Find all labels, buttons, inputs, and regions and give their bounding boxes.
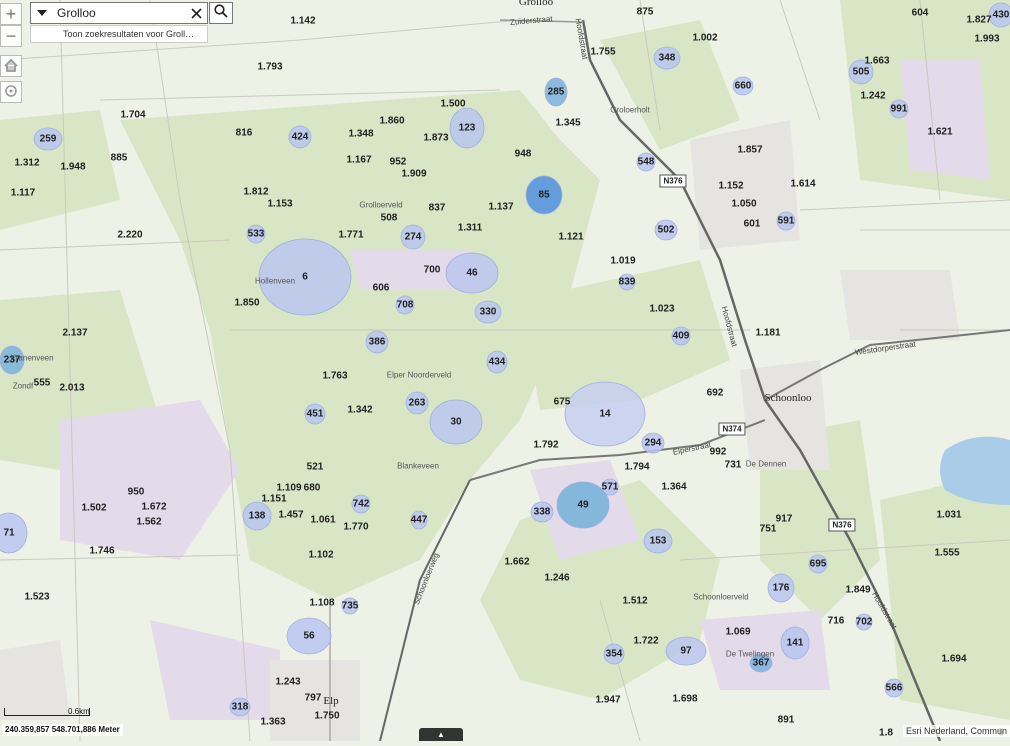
- pond-shape[interactable]: [654, 219, 678, 241]
- pond-shape[interactable]: [636, 152, 656, 172]
- pond-shape[interactable]: [988, 2, 1010, 28]
- plus-icon: +: [5, 3, 17, 24]
- zoom-out-button[interactable]: −: [0, 25, 22, 47]
- pond-shape[interactable]: [544, 77, 568, 107]
- pond-shape[interactable]: [33, 127, 63, 151]
- pond-shape[interactable]: [564, 381, 646, 447]
- locate-button[interactable]: [0, 81, 22, 103]
- place-label: Zondf: [12, 381, 34, 391]
- attribution: Esri Nederland, Commun: [902, 725, 1010, 737]
- map-view[interactable]: 1.142 875 604 1.827 430 1.002 1.993 1.755 348 1.6…: [0, 0, 1010, 742]
- place-label: Elper Noorderveld: [386, 370, 452, 380]
- place-label: Hollenveen: [254, 276, 296, 286]
- pond-shape[interactable]: [288, 125, 312, 149]
- caret-down-icon[interactable]: [31, 3, 53, 23]
- close-icon[interactable]: [187, 4, 205, 22]
- pond-shape[interactable]: [400, 224, 426, 250]
- pond-shape[interactable]: [429, 399, 483, 445]
- basemap: [0, 0, 1010, 742]
- pond-shape[interactable]: [410, 510, 428, 530]
- pond-shape[interactable]: [405, 391, 429, 415]
- pond-shape[interactable]: [351, 494, 371, 514]
- pond-shape[interactable]: [653, 46, 681, 70]
- place-label: Kranenveen: [10, 353, 54, 363]
- pond-shape[interactable]: [286, 617, 332, 655]
- pond-shape[interactable]: [474, 300, 502, 324]
- pond-shape[interactable]: [341, 597, 359, 615]
- pond-shape[interactable]: [486, 350, 508, 374]
- pond-shape[interactable]: [304, 403, 326, 425]
- pond-shape[interactable]: [671, 326, 691, 346]
- pond-shape[interactable]: [395, 295, 415, 315]
- pond-shape[interactable]: [767, 573, 795, 603]
- pond-shape[interactable]: [618, 273, 636, 291]
- place-label: Grolloerveld: [359, 200, 403, 210]
- pond-shape[interactable]: [556, 481, 610, 529]
- zoom-in-button[interactable]: +: [0, 3, 22, 25]
- pond-shape[interactable]: [776, 211, 796, 231]
- pond-shape[interactable]: [643, 528, 673, 554]
- pond-shape[interactable]: [808, 554, 828, 574]
- pond-shape[interactable]: [525, 175, 563, 215]
- coordinate-readout: 240.359,857 548.701,886 Meter: [2, 724, 123, 736]
- pond-shape[interactable]: [641, 432, 665, 454]
- pond-shape[interactable]: [445, 252, 499, 294]
- pond-shape[interactable]: [242, 501, 272, 531]
- pond-shape[interactable]: [848, 59, 874, 85]
- place-label: Schoonloerveld: [693, 592, 749, 602]
- search-suggestion[interactable]: Toon zoekresultaten voor Groll…: [30, 25, 208, 43]
- place-label: Blankeveen: [397, 461, 439, 471]
- place-label: De Dennen: [745, 459, 787, 469]
- road-shield: N374: [718, 422, 746, 436]
- pond-shape[interactable]: [665, 636, 707, 666]
- search-input[interactable]: [53, 6, 171, 20]
- pond-shape[interactable]: [780, 626, 810, 660]
- place-label: Groloerholt: [610, 105, 650, 115]
- search-button[interactable]: [209, 2, 233, 24]
- minus-icon: −: [5, 25, 17, 46]
- town-label: Elp: [323, 695, 339, 707]
- search-icon: [214, 3, 228, 23]
- pond-shape[interactable]: [603, 643, 625, 665]
- pond-shape[interactable]: [229, 697, 251, 717]
- scale-label: 0.6km: [68, 707, 90, 716]
- town-label: Grolloo: [518, 0, 554, 8]
- pond-shape[interactable]: [530, 501, 554, 523]
- pond-shape[interactable]: [855, 613, 873, 631]
- place-label: De Twelingen: [725, 649, 775, 659]
- home-button[interactable]: [0, 55, 22, 77]
- road-shield: N376: [828, 518, 856, 532]
- locate-icon: [4, 82, 18, 103]
- pond-shape[interactable]: [449, 107, 485, 149]
- home-icon: [4, 56, 18, 77]
- pond-shape[interactable]: [365, 330, 389, 354]
- pond-shape[interactable]: [889, 99, 909, 119]
- pond-shape[interactable]: [732, 76, 754, 96]
- town-label: Schoonloo: [764, 392, 812, 404]
- pond-shape[interactable]: [246, 224, 266, 244]
- pond-shape[interactable]: [884, 678, 904, 698]
- road-shield: N376: [659, 174, 687, 188]
- search-box: [30, 2, 208, 24]
- chevron-up-icon: ▲: [437, 730, 445, 739]
- expand-panel-button[interactable]: ▲: [419, 728, 463, 741]
